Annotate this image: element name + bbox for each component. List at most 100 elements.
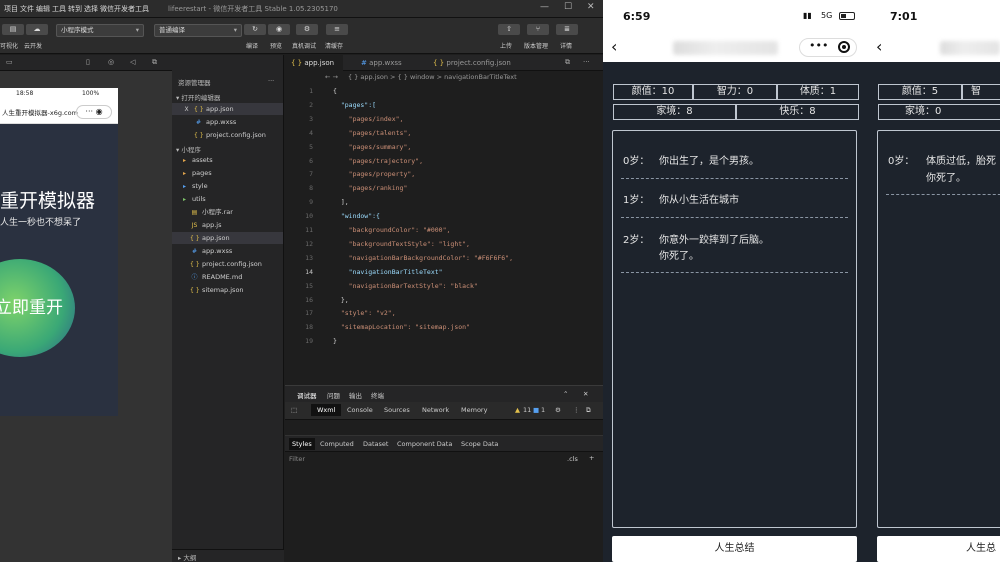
minimize-icon[interactable]: — [540, 2, 549, 12]
line-number: 19 [305, 337, 313, 346]
tree-item-utils[interactable]: ▸ utils [180, 193, 206, 205]
filter-input[interactable]: Filter [289, 455, 305, 463]
upload-icon[interactable]: ⇧ [498, 24, 520, 35]
add-rule-icon[interactable]: + [589, 454, 594, 462]
open-file-project-config[interactable]: { } project.config.json [194, 129, 266, 141]
debugger-header: 调试器 问题 输出 终端 ⌃ ✕ [285, 386, 603, 402]
rotate-icon[interactable]: ⧉ [152, 58, 157, 67]
cls-toggle[interactable]: .cls [567, 455, 578, 463]
visualize-icon[interactable]: ▤ [2, 24, 24, 35]
tree-item-assets[interactable]: ▸ assets [180, 154, 213, 166]
inspect-icon[interactable]: ⬚ [291, 406, 297, 414]
warning-count[interactable]: 11 [523, 406, 531, 414]
remote-debug-icon[interactable]: ⚙ [296, 24, 318, 35]
restart-button[interactable]: 立即重开 [0, 259, 75, 357]
tree-item-app-json[interactable]: { } app.json [172, 232, 283, 244]
close-mini-icon[interactable] [838, 41, 850, 53]
summary-button[interactable]: 人生总结 [612, 536, 857, 562]
event-text: 你死了。 [659, 251, 699, 262]
details-icon[interactable]: ≣ [556, 24, 578, 35]
event-age: 0岁： [888, 156, 915, 167]
close-icon[interactable]: ✕ [587, 2, 595, 12]
stat-happiness: 快乐：8 [736, 104, 859, 120]
capsule-menu[interactable]: ··· ◉ [76, 105, 112, 119]
clear-cache-icon[interactable]: ≡ [326, 24, 348, 35]
code-area[interactable]: 1 {2 "pages":[3 "pages/index", 4 "pages/ta… [285, 85, 603, 385]
code-line: "sitemapLocation": "sitemap.json" [333, 323, 470, 332]
open-file-app-wxss[interactable]: # app.wxss [194, 116, 236, 128]
open-file-app-json[interactable]: X{ } app.json [172, 103, 283, 115]
tab-debugger[interactable]: 调试器 [297, 390, 317, 400]
capsule-menu[interactable]: ••• [799, 38, 857, 57]
tool-wxml[interactable]: Wxml [311, 404, 342, 416]
divider [621, 272, 848, 273]
error-count[interactable]: 1 [541, 406, 545, 414]
open-editors-header[interactable]: ▾ 打开的编辑器 [176, 92, 220, 102]
divider [621, 178, 848, 179]
dock-icon[interactable]: ⧉ [586, 406, 591, 415]
tab-styles[interactable]: Styles [289, 438, 315, 450]
tree-item-app-js[interactable]: JS app.js [190, 219, 222, 231]
life-log: 0岁： 体质过低，胎死 你死了。 [877, 130, 1000, 528]
more-icon[interactable]: ⋮ [573, 406, 580, 414]
compile-dropdown[interactable]: 普通编译 ▾ [154, 24, 242, 37]
collapse-icon[interactable]: ⌃ [563, 390, 568, 398]
split-icon[interactable]: ▭ [6, 58, 13, 66]
tree-item-rar[interactable]: ▤ 小程序.rar [190, 206, 233, 218]
tree-item-style[interactable]: ▸ style [180, 180, 208, 192]
tree-item-sitemap[interactable]: { } sitemap.json [190, 284, 244, 296]
tree-item-app-wxss[interactable]: # app.wxss [190, 245, 232, 257]
cloud-icon[interactable]: ☁ [26, 24, 48, 35]
menu-file[interactable]: 文件 [20, 4, 34, 14]
tab-problems[interactable]: 问题 [327, 390, 340, 400]
tab-output[interactable]: 输出 [349, 390, 362, 400]
line-number: 1 [309, 87, 313, 95]
menu-edit[interactable]: 编辑 [36, 4, 50, 14]
code-line: "pages":[ [333, 100, 377, 109]
split-editor-icon[interactable]: ⧉ [565, 58, 570, 67]
tab-app-wxss[interactable]: # app.wxss [355, 55, 415, 71]
tree-item-readme[interactable]: ⓘ README.md [190, 271, 242, 283]
tool-network[interactable]: Network [422, 406, 449, 414]
back-icon[interactable]: ‹ [876, 37, 882, 56]
phone-icon[interactable]: ▯ [86, 58, 90, 66]
tree-item-pages[interactable]: ▸ pages [180, 167, 212, 179]
tab-computed[interactable]: Computed [320, 440, 354, 448]
record-icon[interactable]: ◎ [108, 58, 114, 66]
close-icon[interactable]: ✕ [583, 390, 588, 398]
compile-icon[interactable]: ↻ [244, 24, 266, 35]
preview-icon[interactable]: ◉ [268, 24, 290, 35]
status-time: 18:58 [16, 90, 34, 97]
stat-intelligence: 智力：0 [693, 84, 777, 100]
more-icon[interactable]: ··· [583, 58, 590, 66]
nav-arrows-icon[interactable]: ← → [325, 73, 338, 81]
project-header[interactable]: ▾ 小程序 [176, 144, 201, 154]
menu-project[interactable]: 项目 [4, 4, 18, 14]
tool-sources[interactable]: Sources [384, 406, 410, 414]
tree-item-project-config[interactable]: { } project.config.json [190, 258, 262, 270]
tool-memory[interactable]: Memory [461, 406, 487, 414]
tab-app-json[interactable]: { } app.json [285, 55, 343, 71]
menu-devtools[interactable]: 微信开发者工具 [100, 4, 149, 14]
mode-dropdown[interactable]: 小程序模式 ▾ [56, 24, 144, 37]
maximize-icon[interactable]: ☐ [564, 2, 572, 12]
tab-dataset[interactable]: Dataset [363, 440, 388, 448]
menu-tools[interactable]: 工具 [52, 4, 66, 14]
folder-icon: ▸ [182, 170, 186, 177]
volume-icon[interactable]: ◁ [130, 58, 135, 66]
gear-icon[interactable]: ⚙ [555, 406, 561, 414]
tab-project-config[interactable]: { } project.config.json [427, 55, 522, 71]
tool-console[interactable]: Console [347, 406, 373, 414]
more-icon[interactable]: ··· [268, 77, 274, 85]
menu-select[interactable]: 选择 [84, 4, 98, 14]
more-icon[interactable]: ••• [809, 39, 828, 52]
code-line: "pages/index", [333, 114, 404, 123]
tab-scope-data[interactable]: Scope Data [461, 440, 498, 448]
tab-terminal[interactable]: 终端 [371, 390, 384, 400]
menu-goto[interactable]: 转到 [68, 4, 82, 14]
version-icon[interactable]: ⑂ [527, 24, 549, 35]
outline-panel[interactable]: ▸ 大纲 [172, 549, 284, 562]
tab-component-data[interactable]: Component Data [397, 440, 452, 448]
summary-button[interactable]: 人生总 [877, 536, 1000, 562]
back-icon[interactable]: ‹ [611, 37, 617, 56]
